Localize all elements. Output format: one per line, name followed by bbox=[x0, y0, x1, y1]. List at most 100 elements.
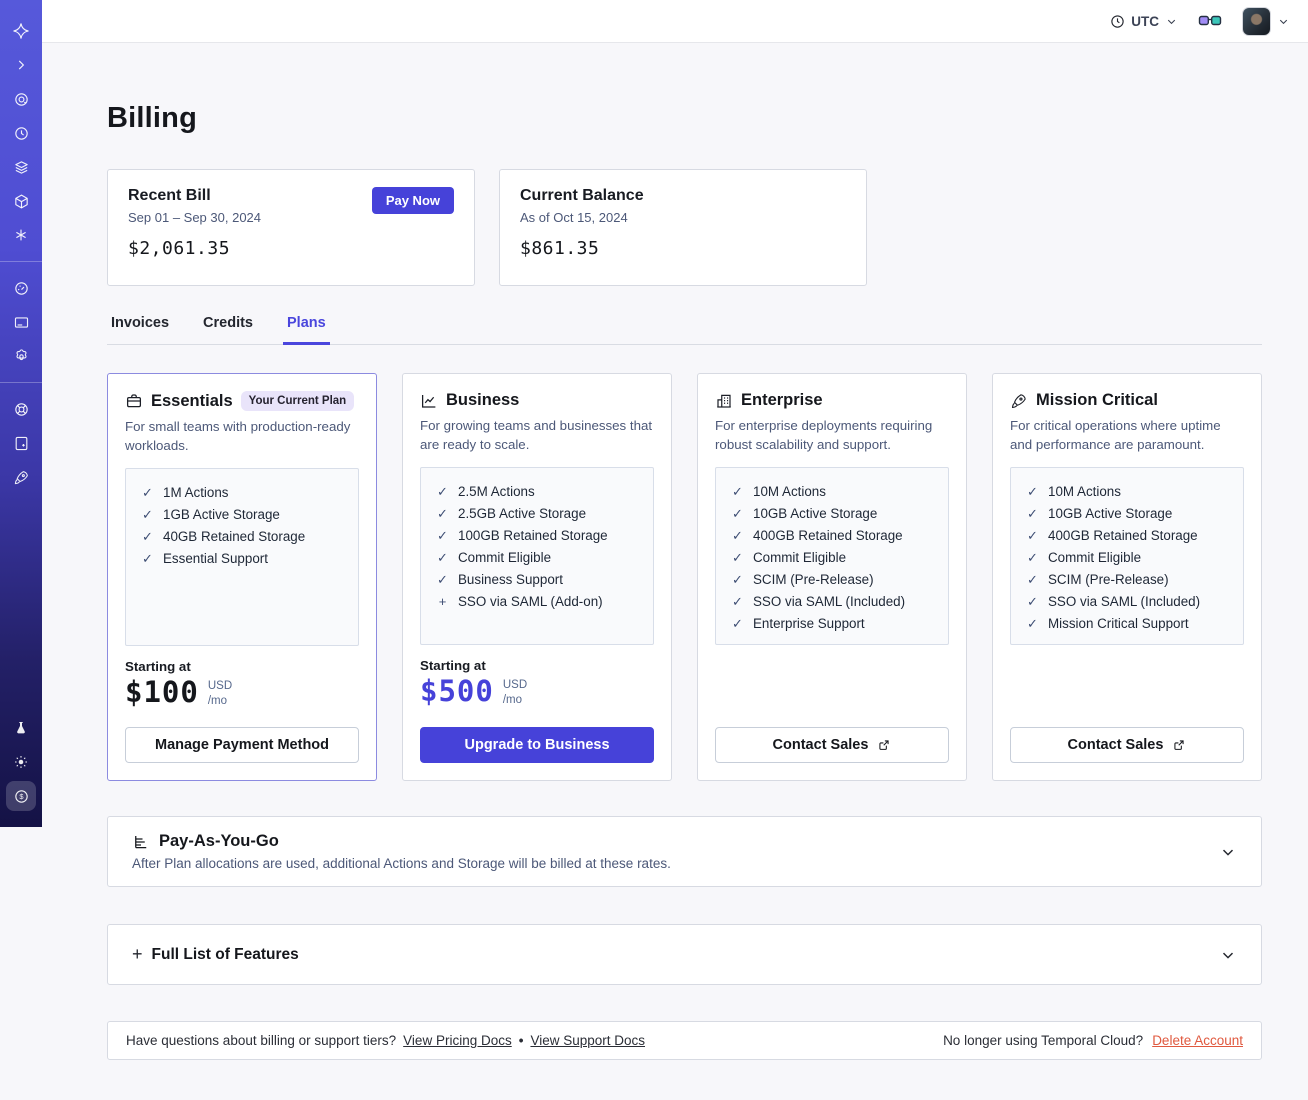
plan-card-enterprise: Enterprise For enterprise deployments re… bbox=[697, 373, 967, 781]
features-title: Full List of Features bbox=[151, 945, 299, 963]
expand-sidebar-icon[interactable] bbox=[6, 50, 36, 80]
support-icon[interactable] bbox=[6, 394, 36, 424]
chevron-down-icon bbox=[1167, 19, 1176, 24]
feature-text: 10M Actions bbox=[753, 484, 826, 500]
svg-text:$: $ bbox=[19, 792, 24, 801]
actions-icon[interactable] bbox=[6, 220, 36, 250]
external-link-icon bbox=[1174, 740, 1185, 750]
chevron-down-icon[interactable] bbox=[1219, 843, 1237, 861]
footer-question: Have questions about billing or support … bbox=[126, 1033, 397, 1048]
current-balance-asof: As of Oct 15, 2024 bbox=[520, 210, 628, 225]
current-balance-title: Current Balance bbox=[520, 187, 644, 204]
feature-item: ✓ 1GB Active Storage bbox=[141, 504, 343, 526]
plus-icon: + bbox=[132, 944, 143, 964]
check-icon: ✓ bbox=[1027, 506, 1038, 522]
plan-description: For growing teams and businesses that ar… bbox=[420, 418, 653, 452]
price-period: /mo bbox=[207, 694, 228, 707]
feature-text: 2.5M Actions bbox=[458, 484, 535, 500]
manage-payment-button[interactable]: Manage Payment Method bbox=[125, 727, 359, 763]
3d-glasses-button[interactable] bbox=[1198, 12, 1222, 30]
tab-credits[interactable]: Credits bbox=[199, 309, 257, 345]
feature-text: 400GB Retained Storage bbox=[1048, 528, 1198, 544]
starting-at-label: Starting at bbox=[420, 658, 486, 674]
feature-text: SCIM (Pre-Release) bbox=[753, 572, 874, 588]
plan-card-mission-critical: Mission Critical For critical operations… bbox=[992, 373, 1262, 781]
contact-sales-button[interactable]: Contact Sales bbox=[1010, 727, 1244, 763]
price-period: /mo bbox=[502, 693, 523, 706]
plan-card-essentials: Essentials Your Current Plan For small t… bbox=[107, 373, 377, 781]
pay-now-button[interactable]: Pay Now bbox=[371, 187, 454, 214]
chevron-down-icon[interactable] bbox=[1219, 946, 1237, 964]
feature-text: 10GB Active Storage bbox=[753, 506, 878, 522]
delete-account-link[interactable]: Delete Account bbox=[1152, 1033, 1243, 1048]
paygo-description: After Plan allocations are used, additio… bbox=[132, 856, 671, 871]
feature-item: ✓ Business Support bbox=[436, 569, 638, 591]
plan-description: For critical operations where uptime and… bbox=[1010, 418, 1221, 452]
contact-sales-label: Contact Sales bbox=[772, 737, 869, 753]
plan-price: $500 bbox=[420, 674, 494, 709]
check-icon: ✓ bbox=[1027, 550, 1038, 566]
check-icon: ✓ bbox=[437, 550, 448, 566]
workflows-icon[interactable] bbox=[6, 186, 36, 216]
feature-box: ✓ 1M Actions ✓ 1GB Active Storage ✓ 40GB Reta… bbox=[125, 468, 359, 647]
feature-text: SSO via SAML (Included) bbox=[1048, 594, 1201, 610]
current-balance-amount: $861.35 bbox=[520, 238, 600, 259]
labs-icon[interactable] bbox=[6, 713, 36, 743]
settings-icon[interactable] bbox=[6, 341, 36, 371]
plan-price: $100 bbox=[125, 675, 199, 710]
feature-text: 1GB Active Storage bbox=[163, 507, 280, 523]
feature-text: Enterprise Support bbox=[753, 616, 865, 632]
docs-icon[interactable] bbox=[6, 428, 36, 458]
feature-text: 10M Actions bbox=[1048, 484, 1121, 500]
tab-plans[interactable]: Plans bbox=[283, 309, 330, 345]
theme-icon[interactable] bbox=[6, 747, 36, 777]
check-icon: ✓ bbox=[142, 485, 153, 501]
check-icon: ✓ bbox=[732, 550, 743, 566]
check-icon: ✓ bbox=[732, 506, 743, 522]
feature-text: Mission Critical Support bbox=[1048, 616, 1189, 632]
deployments-icon[interactable] bbox=[6, 152, 36, 182]
check-icon: ✓ bbox=[732, 572, 743, 588]
briefcase-icon bbox=[126, 394, 142, 408]
user-menu[interactable] bbox=[1242, 6, 1290, 36]
recent-bill-period: Sep 01 – Sep 30, 2024 bbox=[128, 210, 262, 225]
feature-text: SCIM (Pre-Release) bbox=[1048, 572, 1169, 588]
feature-text: 400GB Retained Storage bbox=[753, 528, 903, 544]
feature-item: ✓ SSO via SAML (Included) bbox=[731, 591, 933, 613]
feature-text: 40GB Retained Storage bbox=[163, 529, 306, 545]
timezone-selector[interactable]: UTC bbox=[1110, 14, 1178, 29]
recent-bill-title: Recent Bill bbox=[128, 187, 211, 204]
plan-name: Essentials bbox=[151, 391, 233, 410]
upgrade-business-button[interactable]: Upgrade to Business bbox=[420, 727, 654, 763]
namespaces-icon[interactable] bbox=[6, 84, 36, 114]
pricing-icon[interactable]: $ bbox=[6, 781, 36, 811]
feature-text: Essential Support bbox=[163, 551, 268, 567]
current-plan-badge: Your Current Plan bbox=[240, 391, 355, 411]
contact-sales-button[interactable]: Contact Sales bbox=[715, 727, 949, 763]
view-pricing-docs-link[interactable]: View Pricing Docs bbox=[403, 1033, 512, 1048]
price-area: Starting at $100 USD/mo bbox=[125, 659, 359, 709]
getting-started-icon[interactable] bbox=[6, 462, 36, 492]
feature-item: ✓ SSO via SAML (Included) bbox=[1026, 591, 1228, 613]
current-balance-card: Current Balance As of Oct 15, 2024 $861.… bbox=[499, 169, 867, 286]
check-icon: ✓ bbox=[1027, 572, 1038, 588]
feature-item: ✓ 100GB Retained Storage bbox=[436, 525, 638, 547]
temporal-logo-icon[interactable] bbox=[6, 16, 36, 46]
feature-item: ✓ 10GB Active Storage bbox=[731, 503, 933, 525]
features-accordion[interactable]: + Full List of Features bbox=[107, 924, 1262, 985]
usage-icon[interactable] bbox=[6, 273, 36, 303]
check-icon: ✓ bbox=[437, 506, 448, 522]
billing-icon[interactable] bbox=[6, 307, 36, 337]
feature-box: ✓ 10M Actions ✓ 10GB Active Storage ✓ 400GB R… bbox=[715, 467, 949, 646]
view-support-docs-link[interactable]: View Support Docs bbox=[530, 1033, 645, 1048]
check-icon: ✓ bbox=[437, 484, 448, 500]
tab-invoices[interactable]: Invoices bbox=[107, 309, 173, 345]
feature-item: ✓ Enterprise Support bbox=[731, 613, 933, 635]
feature-item: ✓ 2.5M Actions bbox=[436, 481, 638, 503]
plan-name: Enterprise bbox=[741, 391, 823, 409]
delete-question: No longer using Temporal Cloud? bbox=[943, 1033, 1144, 1048]
paygo-accordion[interactable]: Pay-As-You-Go After Plan allocations are… bbox=[107, 816, 1262, 887]
starting-at-label: Starting at bbox=[125, 659, 191, 675]
feature-item: ✓ 10M Actions bbox=[1026, 481, 1228, 503]
schedules-icon[interactable] bbox=[6, 118, 36, 148]
